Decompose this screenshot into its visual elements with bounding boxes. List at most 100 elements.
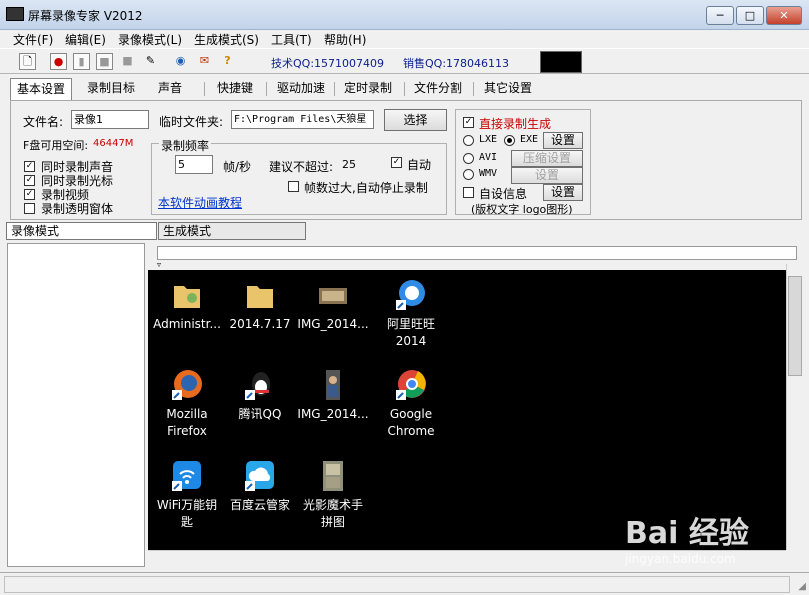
auto-checkbox[interactable]: ✓ bbox=[391, 157, 402, 168]
tab-other[interactable]: 其它设置 bbox=[477, 78, 539, 100]
exe-radio[interactable] bbox=[504, 135, 515, 146]
wmv-radio[interactable] bbox=[463, 169, 474, 180]
avi-radio[interactable] bbox=[463, 153, 474, 164]
lxe-label: LXE bbox=[479, 134, 498, 145]
disk-space-value: 46447M bbox=[93, 138, 134, 149]
disk-space-label: F盘可用空间: bbox=[23, 139, 89, 152]
tab-hotkey[interactable]: 快捷键 bbox=[210, 78, 260, 100]
menu-help[interactable]: 帮助(H) bbox=[324, 31, 366, 48]
qq-icon bbox=[245, 372, 270, 400]
firefox-icon bbox=[172, 370, 202, 400]
browse-button[interactable]: 选择 bbox=[384, 109, 447, 131]
preview-box bbox=[540, 51, 582, 73]
tab-file-split[interactable]: 文件分割 bbox=[408, 78, 468, 100]
recording-list[interactable] bbox=[7, 243, 145, 567]
resize-grip-icon[interactable]: ◢ bbox=[798, 581, 806, 592]
desktop-icon-label: IMG_2014... bbox=[297, 317, 369, 331]
chrome-icon bbox=[396, 370, 426, 400]
stop-icon[interactable]: ■ bbox=[96, 53, 113, 70]
custom-info-button[interactable]: 设置 bbox=[543, 184, 583, 201]
frame-rate-input[interactable]: 5 bbox=[175, 155, 213, 174]
photo-tool-icon bbox=[323, 461, 343, 491]
mode-tabs: 录像模式 生成模式 bbox=[6, 222, 806, 240]
tab-generate-mode[interactable]: 生成模式 bbox=[158, 222, 306, 240]
suggest-label: 建议不超过: bbox=[269, 160, 334, 174]
app-icon bbox=[6, 7, 24, 21]
custom-info-checkbox[interactable] bbox=[463, 187, 474, 198]
record-cursor-checkbox[interactable]: ✓ bbox=[24, 175, 35, 186]
record-transparent-checkbox[interactable] bbox=[24, 203, 35, 214]
timeline-marker: ▿ bbox=[157, 260, 162, 269]
tab-record-target[interactable]: 录制目标 bbox=[80, 78, 142, 100]
desktop-icon[interactable]: 阿里旺旺 2014 bbox=[372, 278, 450, 350]
direct-generate-checkbox[interactable]: ✓ bbox=[463, 117, 474, 128]
globe-icon[interactable]: ◉ bbox=[172, 53, 189, 70]
temp-folder-input[interactable]: F:\Program Files\天狼星 bbox=[231, 110, 374, 129]
sales-qq-label: 销售QQ:178046113 bbox=[403, 57, 510, 70]
custom-info-label: 自设信息 bbox=[479, 187, 528, 201]
desktop-icon[interactable]: Administr... bbox=[148, 278, 226, 333]
desktop-icon-label: WiFi万能钥 匙 bbox=[156, 498, 218, 529]
exe-label: EXE bbox=[520, 134, 539, 145]
record-icon[interactable]: ● bbox=[50, 53, 67, 70]
desktop-icon[interactable]: Mozilla Firefox bbox=[148, 368, 226, 440]
pause-icon[interactable]: ▮ bbox=[73, 53, 90, 70]
help-icon[interactable]: ? bbox=[219, 53, 236, 70]
aliwangwang-icon bbox=[396, 280, 425, 310]
image-file-icon bbox=[319, 288, 347, 304]
desktop-icon[interactable]: 2014.7.17 bbox=[221, 278, 299, 333]
record-sound-checkbox[interactable]: ✓ bbox=[24, 161, 35, 172]
pen-icon[interactable]: ✎ bbox=[142, 53, 159, 70]
suggest-value: 25 bbox=[342, 158, 356, 171]
desktop-icon-label: Mozilla Firefox bbox=[166, 407, 208, 438]
desktop-icon[interactable]: 腾讯QQ bbox=[221, 368, 299, 423]
close-button[interactable]: ✕ bbox=[766, 6, 802, 25]
record-video-checkbox[interactable]: ✓ bbox=[24, 189, 35, 200]
tab-basic[interactable]: 基本设置 bbox=[10, 78, 72, 100]
menu-tools[interactable]: 工具(T) bbox=[271, 31, 312, 48]
desktop-icon-label: 光影魔术手 拼图 bbox=[302, 498, 363, 529]
basic-settings-panel: 文件名: 录像1 临时文件夹: F:\Program Files\天狼星 选择 … bbox=[10, 100, 802, 220]
file-name-label: 文件名: bbox=[23, 115, 64, 129]
user-folder-icon bbox=[174, 286, 200, 308]
timeline-ruler[interactable] bbox=[157, 246, 797, 260]
lxe-radio[interactable] bbox=[463, 135, 474, 146]
menu-edit[interactable]: 编辑(E) bbox=[65, 31, 106, 48]
desktop-icon[interactable]: IMG_2014... bbox=[294, 278, 372, 333]
vertical-scroll-thumb[interactable] bbox=[788, 276, 802, 376]
desktop-icon[interactable]: 光影魔术手 拼图 bbox=[294, 459, 372, 531]
wmv-settings-button[interactable]: 设置 bbox=[511, 167, 583, 184]
desktop-icon[interactable]: WiFi万能钥 匙 bbox=[148, 459, 226, 531]
tab-record-mode[interactable]: 录像模式 bbox=[6, 222, 157, 240]
desktop-icon[interactable]: Google Chrome bbox=[372, 368, 450, 440]
desktop-icon[interactable]: 百度云管家 bbox=[221, 459, 299, 514]
menu-file[interactable]: 文件(F) bbox=[13, 31, 53, 48]
tab-sound[interactable]: 声音 bbox=[146, 78, 194, 100]
lxe-settings-button[interactable]: 设置 bbox=[543, 132, 583, 149]
desktop-icon[interactable]: IMG_2014... bbox=[294, 368, 372, 423]
toolbar: 🗋 ● ▮ ■ ■ ✎ ◉ ✉ ? 技术QQ:1571007409 销售QQ:1… bbox=[0, 48, 809, 74]
tab-driver-accel[interactable]: 驱动加速 bbox=[271, 78, 331, 100]
file-name-input[interactable]: 录像1 bbox=[71, 110, 149, 129]
gift-icon[interactable]: ✉ bbox=[196, 53, 213, 70]
menu-generate-mode[interactable]: 生成模式(S) bbox=[194, 31, 259, 48]
desktop-icon-label: Google Chrome bbox=[387, 407, 435, 438]
wmv-label: WMV bbox=[479, 168, 498, 179]
maximize-button[interactable]: □ bbox=[736, 6, 764, 25]
temp-folder-label: 临时文件夹: bbox=[159, 115, 224, 129]
auto-stop-checkbox[interactable] bbox=[288, 181, 299, 192]
tab-scheduled[interactable]: 定时录制 bbox=[338, 78, 398, 100]
baidu-cloud-icon bbox=[245, 461, 274, 491]
tutorial-link[interactable]: 本软件动画教程 bbox=[158, 194, 242, 211]
new-file-icon[interactable]: 🗋 bbox=[19, 53, 36, 70]
title-bar: 屏幕录像专家 V2012 ─ □ ✕ bbox=[0, 0, 809, 30]
window-title: 屏幕录像专家 V2012 bbox=[28, 9, 143, 23]
avi-label: AVI bbox=[479, 152, 498, 163]
desktop-icon-label: IMG_2014... bbox=[297, 407, 369, 421]
image-file-icon bbox=[326, 370, 340, 400]
camera-icon[interactable]: ■ bbox=[119, 53, 136, 70]
menu-record-mode[interactable]: 录像模式(L) bbox=[118, 31, 182, 48]
avi-compress-button[interactable]: 压缩设置 bbox=[511, 150, 583, 167]
minimize-button[interactable]: ─ bbox=[706, 6, 734, 25]
menu-bar: 文件(F) 编辑(E) 录像模式(L) 生成模式(S) 工具(T) 帮助(H) bbox=[0, 30, 809, 48]
